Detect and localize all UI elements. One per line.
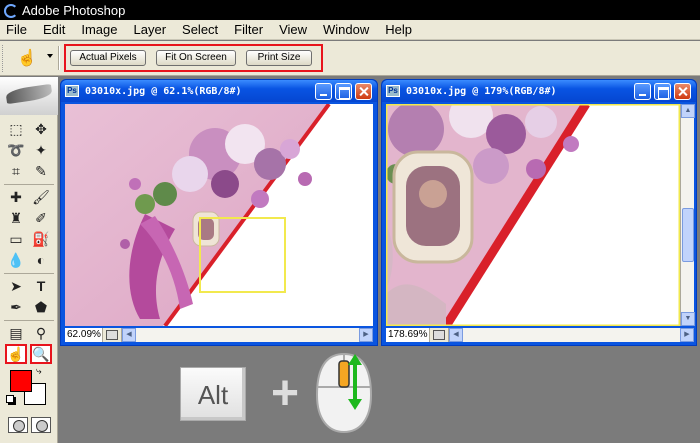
history-brush-tool-icon[interactable]: ✐ bbox=[30, 208, 52, 228]
maximize-button[interactable] bbox=[335, 83, 352, 100]
minimize-button[interactable] bbox=[315, 83, 332, 100]
photo-image-zoomed bbox=[386, 104, 680, 326]
title-bar: Adobe Photoshop bbox=[0, 0, 700, 20]
status-info-icon[interactable] bbox=[433, 330, 445, 340]
mouse-scroll-icon bbox=[315, 352, 373, 434]
menu-bar: File Edit Image Layer Select Filter View… bbox=[0, 20, 700, 40]
options-grip[interactable] bbox=[2, 45, 5, 72]
menu-select[interactable]: Select bbox=[174, 22, 226, 37]
menu-help[interactable]: Help bbox=[377, 22, 420, 37]
toolbox-divider bbox=[4, 184, 54, 185]
zoom-tool-icon[interactable]: 🔍 bbox=[30, 344, 52, 364]
vertical-scrollbar[interactable]: ▲ ▼ bbox=[680, 104, 695, 326]
toolbox: ⬚ ✥ ➰ ✦ ⌗ ✎ ✚ 🖌 ♜ ✐ ▭ ⛽ 💧 ◐ ➤ T ✒ ⬟ ▤ ⚲ … bbox=[0, 77, 58, 443]
slice-tool-icon[interactable]: ✎ bbox=[30, 161, 52, 181]
plus-sign: + bbox=[270, 367, 300, 420]
move-tool-icon[interactable]: ✥ bbox=[30, 119, 52, 139]
document-title: 03010x.jpg @ 62.1%(RGB/8#) bbox=[85, 85, 242, 97]
chevron-down-icon[interactable] bbox=[47, 54, 53, 58]
photo-image bbox=[65, 104, 373, 326]
type-tool-icon[interactable]: T bbox=[30, 276, 52, 296]
close-button[interactable] bbox=[355, 83, 372, 100]
maximize-button[interactable] bbox=[654, 83, 671, 100]
scroll-left-icon[interactable]: ◀ bbox=[122, 328, 136, 342]
options-divider bbox=[58, 46, 60, 70]
brush-tool-icon[interactable]: 🖌 bbox=[30, 187, 52, 207]
zoom-level[interactable]: 178.69% bbox=[386, 328, 430, 342]
document-window-right: Ps 03010x.jpg @ 179%(RGB/8#) ▲ ▼ 178.69%… bbox=[381, 79, 697, 346]
document-canvas[interactable] bbox=[65, 104, 373, 326]
quick-mask-button[interactable] bbox=[31, 417, 51, 433]
zoom-level[interactable]: 62.09% bbox=[65, 328, 103, 342]
blur-tool-icon[interactable]: 💧 bbox=[5, 250, 27, 270]
crop-tool-icon[interactable]: ⌗ bbox=[5, 161, 27, 181]
scroll-down-icon[interactable]: ▼ bbox=[681, 312, 695, 326]
hand-tool-preset-icon[interactable]: ☝ bbox=[17, 48, 37, 68]
menu-layer[interactable]: Layer bbox=[126, 22, 175, 37]
eyedropper-tool-icon[interactable]: ⚲ bbox=[30, 323, 52, 343]
menu-file[interactable]: File bbox=[0, 22, 35, 37]
feather-logo-icon bbox=[5, 83, 53, 105]
healing-brush-tool-icon[interactable]: ✚ bbox=[5, 187, 27, 207]
notes-tool-icon[interactable]: ▤ bbox=[5, 323, 27, 343]
fit-on-screen-button[interactable]: Fit On Screen bbox=[156, 50, 236, 66]
scroll-left-icon[interactable]: ◀ bbox=[449, 328, 463, 342]
document-icon: Ps bbox=[65, 85, 79, 97]
alt-key-graphic: Alt bbox=[180, 367, 246, 421]
path-selection-tool-icon[interactable]: ➤ bbox=[5, 276, 27, 296]
document-window-left: Ps 03010x.jpg @ 62.1%(RGB/8#) 62.09% ◀ ▶ bbox=[60, 79, 378, 346]
foreground-color-swatch[interactable] bbox=[10, 370, 32, 392]
standard-mode-button[interactable] bbox=[8, 417, 28, 433]
menu-edit[interactable]: Edit bbox=[35, 22, 73, 37]
document-canvas[interactable] bbox=[386, 104, 680, 326]
print-size-button[interactable]: Print Size bbox=[246, 50, 312, 66]
scroll-right-icon[interactable]: ▶ bbox=[359, 328, 373, 342]
minimize-button[interactable] bbox=[634, 83, 651, 100]
dodge-tool-icon[interactable]: ◐ bbox=[30, 250, 52, 270]
lasso-tool-icon[interactable]: ➰ bbox=[5, 140, 27, 160]
horizontal-scrollbar[interactable]: ◀ ▶ bbox=[448, 328, 694, 342]
photoshop-icon bbox=[3, 3, 18, 18]
toolbox-header[interactable] bbox=[0, 77, 58, 115]
close-button[interactable] bbox=[674, 83, 691, 100]
clone-stamp-tool-icon[interactable]: ♜ bbox=[5, 208, 27, 228]
app-title: Adobe Photoshop bbox=[22, 2, 126, 18]
default-colors-icon[interactable] bbox=[6, 395, 14, 403]
document-title: 03010x.jpg @ 179%(RGB/8#) bbox=[406, 85, 557, 97]
hand-tool-icon[interactable]: ☝ bbox=[5, 344, 27, 364]
paint-bucket-tool-icon[interactable]: ⛽ bbox=[30, 229, 52, 249]
toolbox-divider bbox=[4, 320, 54, 321]
horizontal-scrollbar[interactable]: ◀ ▶ bbox=[121, 328, 373, 342]
status-bar: 178.69% ◀ ▶ bbox=[386, 328, 694, 342]
actual-pixels-button[interactable]: Actual Pixels bbox=[70, 50, 146, 66]
pen-tool-icon[interactable]: ✒ bbox=[5, 297, 27, 317]
marquee-tool-icon[interactable]: ⬚ bbox=[5, 119, 27, 139]
document-icon: Ps bbox=[386, 85, 400, 97]
scroll-up-icon[interactable]: ▲ bbox=[681, 104, 695, 118]
status-bar: 62.09% ◀ ▶ bbox=[65, 328, 373, 342]
eraser-tool-icon[interactable]: ▭ bbox=[5, 229, 27, 249]
shape-tool-icon[interactable]: ⬟ bbox=[30, 297, 52, 317]
swap-colors-icon[interactable]: ⤷ bbox=[36, 366, 42, 377]
menu-window[interactable]: Window bbox=[315, 22, 377, 37]
menu-filter[interactable]: Filter bbox=[226, 22, 271, 37]
scroll-right-icon[interactable]: ▶ bbox=[680, 328, 694, 342]
status-info-icon[interactable] bbox=[106, 330, 118, 340]
toolbox-divider bbox=[4, 273, 54, 274]
menu-image[interactable]: Image bbox=[73, 22, 125, 37]
menu-view[interactable]: View bbox=[271, 22, 315, 37]
scroll-thumb[interactable] bbox=[682, 208, 694, 262]
magic-wand-tool-icon[interactable]: ✦ bbox=[30, 140, 52, 160]
